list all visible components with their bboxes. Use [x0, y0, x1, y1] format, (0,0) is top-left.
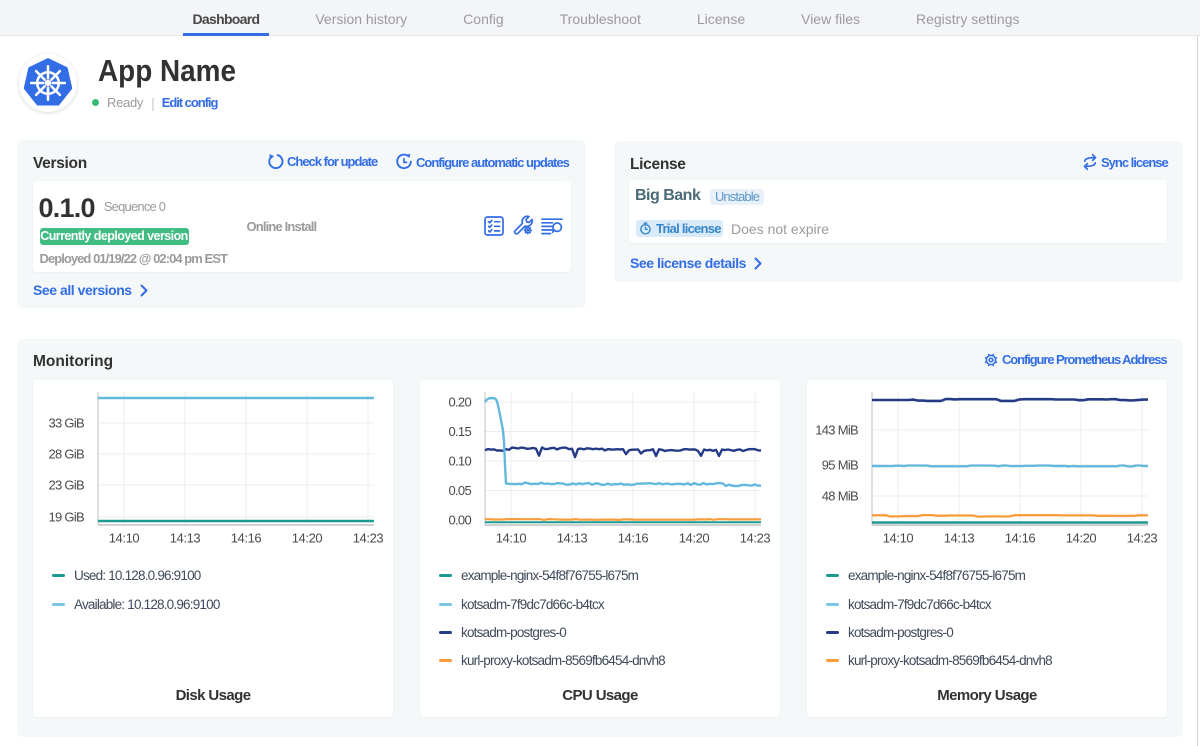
- svg-text:0.15: 0.15: [448, 424, 471, 439]
- svg-text:14:16: 14:16: [618, 531, 649, 546]
- svg-text:14:13: 14:13: [944, 531, 975, 546]
- svg-text:28 GiB: 28 GiB: [48, 447, 84, 462]
- svg-text:14:23: 14:23: [353, 531, 384, 546]
- svg-text:95 MiB: 95 MiB: [822, 458, 858, 473]
- svg-text:143 MiB: 143 MiB: [815, 423, 858, 438]
- svg-text:14:20: 14:20: [1066, 531, 1097, 546]
- svg-text:14:13: 14:13: [170, 531, 201, 546]
- svg-text:14:10: 14:10: [109, 531, 140, 546]
- svg-text:48 MiB: 48 MiB: [822, 489, 858, 504]
- svg-text:14:16: 14:16: [231, 531, 262, 546]
- svg-text:14:20: 14:20: [679, 531, 710, 546]
- svg-text:14:10: 14:10: [496, 531, 527, 546]
- svg-text:0.05: 0.05: [448, 483, 471, 498]
- svg-text:14:13: 14:13: [557, 531, 588, 546]
- svg-text:19 GiB: 19 GiB: [48, 510, 84, 525]
- svg-text:0.10: 0.10: [448, 454, 471, 469]
- svg-text:33 GiB: 33 GiB: [48, 416, 84, 431]
- svg-text:14:20: 14:20: [292, 531, 323, 546]
- svg-text:14:23: 14:23: [740, 531, 771, 546]
- svg-text:14:23: 14:23: [1127, 531, 1158, 546]
- svg-text:14:16: 14:16: [1005, 531, 1036, 546]
- svg-text:23 GiB: 23 GiB: [48, 478, 84, 493]
- svg-text:14:10: 14:10: [883, 531, 914, 546]
- svg-text:0.00: 0.00: [448, 513, 471, 528]
- svg-text:0.20: 0.20: [448, 395, 471, 410]
